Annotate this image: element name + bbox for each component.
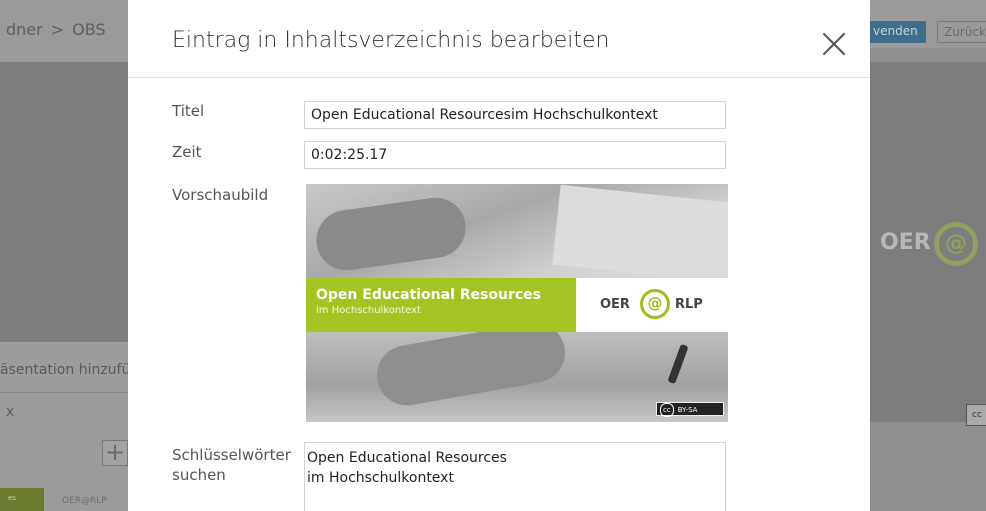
rlp-logo-text: RLP <box>675 297 703 312</box>
close-icon[interactable] <box>820 30 848 58</box>
title-label: Titel <box>172 102 205 120</box>
background-thumbnail-logo: OER@RLP <box>62 496 107 506</box>
thumbnail-preview[interactable]: Open Educational Resources im Hochschulk… <box>306 184 728 422</box>
keywords-label: Schlüsselwörter suchen <box>172 446 291 484</box>
thumbnail-title-banner: Open Educational Resources im Hochschulk… <box>306 278 576 332</box>
title-input[interactable] <box>304 101 726 129</box>
license-text: BY-SA <box>677 406 698 414</box>
background-cc-icon: cc <box>966 404 986 426</box>
background-x-text: x <box>6 404 15 420</box>
cc-license-badge: cc BY-SA <box>656 402 724 417</box>
background-at-logo-icon: @ <box>934 222 978 266</box>
back-button[interactable]: Zurück <box>937 21 986 43</box>
add-presentation-link[interactable]: äsentation hinzufüge <box>0 362 128 378</box>
divider <box>0 392 128 393</box>
thumbnail-subline: im Hochschulkontext <box>316 305 421 316</box>
oer-logo-text: OER <box>600 297 630 312</box>
thumbnail-logo-box: OER @ RLP <box>576 278 728 332</box>
edit-toc-entry-dialog: Eintrag in Inhaltsverzeichnis bearbeiten… <box>128 0 870 511</box>
background-oer-text: OER <box>880 230 931 255</box>
breadcrumb-parent[interactable]: dner <box>6 20 43 39</box>
dialog-header: Eintrag in Inhaltsverzeichnis bearbeiten <box>128 0 870 78</box>
time-input[interactable] <box>304 141 726 169</box>
dialog-title: Eintrag in Inhaltsverzeichnis bearbeiten <box>172 28 610 53</box>
time-label: Zeit <box>172 143 202 161</box>
background-video-preview <box>0 62 128 342</box>
thumbnail-headline: Open Educational Resources <box>316 287 541 303</box>
background-thumbnail[interactable]: es <box>0 488 44 511</box>
cc-icon: cc <box>660 403 674 417</box>
keywords-textarea[interactable]: Open Educational Resources im Hochschulk… <box>304 442 726 511</box>
apply-button[interactable]: venden <box>870 21 926 43</box>
add-button[interactable]: + <box>102 440 128 466</box>
thumbnail-label: Vorschaubild <box>172 186 269 204</box>
at-logo-icon: @ <box>640 289 670 319</box>
breadcrumb-current: OBS <box>72 20 106 39</box>
breadcrumb: dner > OBS <box>6 20 106 39</box>
breadcrumb-separator-icon: > <box>50 20 65 39</box>
